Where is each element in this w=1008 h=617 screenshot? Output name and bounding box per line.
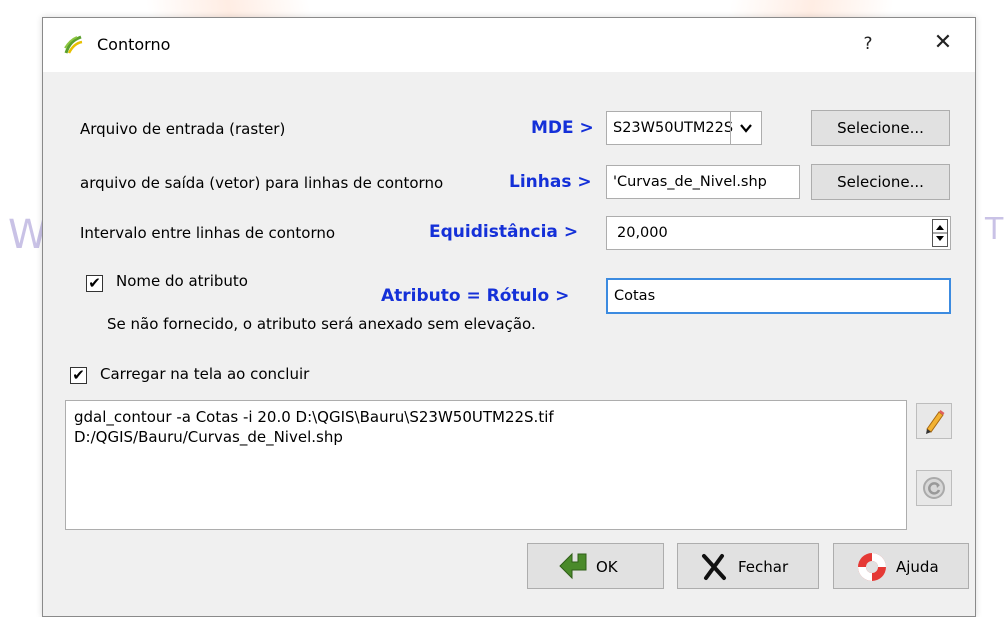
reset-icon (923, 477, 945, 499)
command-line-2: D:/QGIS/Bauru/Curvas_de_Nivel.shp (74, 428, 343, 446)
ok-arrow-icon (559, 552, 587, 580)
input-raster-select[interactable]: S23W50UTM22S (606, 111, 762, 145)
load-on-finish-label: Carregar na tela ao concluir (100, 365, 310, 383)
command-preview[interactable]: gdal_contour -a Cotas -i 20.0 D:\QGIS\Ba… (65, 400, 907, 530)
load-on-finish-checkbox[interactable]: ✔ (70, 367, 87, 384)
title-bar: Contorno ? ✕ (43, 18, 975, 72)
select-input-button[interactable]: Selecione... (811, 110, 950, 146)
attribute-hint: Se não fornecido, o atributo será anexad… (107, 315, 536, 333)
input-file-label: Arquivo de entrada (raster) (80, 120, 286, 138)
attribute-name-checkbox[interactable]: ✔ (86, 275, 103, 292)
output-file-label: arquivo de saída (vetor) para linhas de … (80, 174, 444, 192)
spinbox-arrows[interactable] (932, 219, 948, 247)
chevron-down-icon[interactable] (730, 112, 761, 144)
contour-dialog: Contorno ? ✕ Arquivo de entrada (raster)… (42, 17, 976, 617)
output-file-input[interactable]: 'Curvas_de_Nivel.shp (606, 165, 800, 199)
close-window-button[interactable]: ✕ (928, 28, 958, 58)
select-output-button[interactable]: Selecione... (811, 164, 950, 200)
close-button[interactable]: Fechar (677, 543, 819, 589)
close-x-icon (702, 554, 726, 580)
attribute-name-input[interactable]: Cotas (606, 278, 951, 314)
ok-label: OK (596, 558, 618, 576)
background-letter-right: T (985, 212, 1004, 247)
input-raster-value: S23W50UTM22S (613, 120, 734, 136)
interval-spinbox[interactable]: 20,000 (606, 216, 951, 250)
attribute-annotation: Atributo = Rótulo > (381, 286, 570, 306)
command-line-1: gdal_contour -a Cotas -i 20.0 D:\QGIS\Ba… (74, 408, 554, 426)
help-label: Ajuda (896, 558, 939, 576)
edit-command-button[interactable] (916, 403, 952, 439)
input-annotation: MDE > (531, 118, 594, 138)
interval-annotation: Equidistância > (429, 222, 579, 242)
window-title: Contorno (97, 35, 171, 54)
help-title-button[interactable]: ? (855, 31, 881, 57)
qgis-contour-icon (64, 35, 83, 54)
close-label: Fechar (738, 558, 789, 576)
ok-button[interactable]: OK (527, 543, 664, 589)
reset-command-button[interactable] (916, 470, 952, 506)
attribute-name-label: Nome do atributo (116, 272, 248, 290)
pencil-icon (926, 410, 945, 434)
lifebuoy-icon (858, 553, 886, 581)
output-annotation: Linhas > (509, 172, 592, 192)
interval-value: 20,000 (617, 225, 668, 241)
help-button[interactable]: Ajuda (833, 543, 969, 589)
interval-label: Intervalo entre linhas de contorno (80, 224, 336, 242)
